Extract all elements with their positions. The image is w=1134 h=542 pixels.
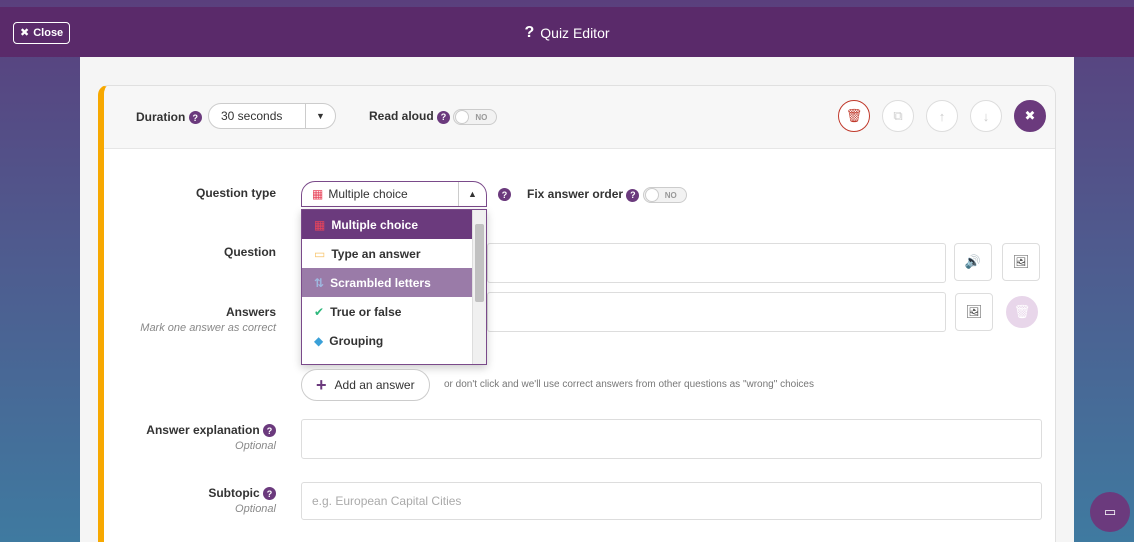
move-down-button[interactable]: ↓ (970, 100, 1002, 132)
subtopic-label: Subtopic ? Optional (208, 486, 276, 516)
add-answer-button[interactable]: + Add an answer (301, 369, 430, 401)
delete-answer-button[interactable]: 🗑 (1006, 296, 1038, 328)
help-icon[interactable]: ? (498, 188, 511, 201)
help-icon[interactable]: ? (188, 111, 202, 125)
keyboard-icon: ▭ (314, 246, 326, 261)
copy-icon: ⧉ (893, 108, 903, 123)
chat-button[interactable]: ▭ (1090, 492, 1130, 532)
explanation-label: Answer explanation ? Optional (146, 423, 276, 453)
speaker-icon: 🔊 (964, 254, 982, 269)
chevron-down-icon: ▼ (305, 104, 335, 128)
explanation-input[interactable] (301, 419, 1042, 459)
question-input[interactable] (487, 243, 946, 283)
scroll-thumb[interactable] (475, 224, 484, 302)
help-icon[interactable]: ? (626, 188, 640, 202)
dropdown-scrollbar[interactable] (472, 210, 486, 364)
answers-label: Answers Mark one answer as correct (140, 305, 276, 334)
duplicate-button[interactable]: ⧉ (882, 100, 914, 132)
audio-button[interactable]: 🔊 (954, 243, 992, 281)
top-bar: ✖ Close ? Quiz Editor (0, 7, 1134, 57)
read-aloud-toggle[interactable]: NO (453, 109, 498, 125)
option-scrambled-letters[interactable]: ⇅ Scrambled letters (302, 268, 474, 297)
scramble-icon: ⇅ (314, 275, 325, 290)
question-type-dropdown: ▦ Multiple choice ▭ Type an answer ⇅ Scr… (301, 209, 487, 365)
option-type-an-answer[interactable]: ▭ Type an answer (302, 239, 474, 268)
fix-order-label: Fix answer order ? NO (527, 187, 687, 203)
subtopic-input[interactable]: e.g. European Capital Cities (301, 482, 1042, 520)
trash-icon: 🗑 (1013, 304, 1031, 319)
page-title: ? Quiz Editor (524, 24, 610, 41)
question-type-select[interactable]: ▦ Multiple choice ▲ (301, 181, 487, 207)
delete-button[interactable]: 🗑 (838, 100, 870, 132)
card-header: Duration ? 30 seconds ▼ Read aloud ? NO … (104, 86, 1055, 149)
arrow-down-icon: ↓ (982, 108, 990, 124)
check-circle-icon: ✔ (314, 304, 325, 319)
arrow-up-icon: ↑ (938, 108, 946, 124)
image-icon: 🖼 (1012, 254, 1030, 269)
option-true-or-false[interactable]: ✔ True or false (302, 297, 474, 326)
add-answer-hint: or don't click and we'll use correct ans… (444, 379, 814, 390)
image-icon: 🖼 (965, 304, 983, 319)
question-type-label: Question type (195, 186, 276, 200)
question-label: Question (223, 245, 276, 259)
read-aloud-label: Read aloud ? NO (369, 109, 498, 125)
help-icon[interactable]: ? (437, 110, 451, 124)
question-mark-icon: ? (524, 24, 535, 41)
chat-icon: ▭ (1103, 504, 1117, 519)
answer-input[interactable] (487, 292, 946, 332)
shapes-icon: ◆ (314, 333, 324, 348)
plus-icon: + (316, 374, 327, 395)
trash-icon: 🗑 (845, 108, 863, 123)
fix-order-toggle[interactable]: NO (642, 187, 687, 203)
grid-icon: ▦ (314, 217, 326, 232)
option-multiple-choice[interactable]: ▦ Multiple choice (302, 210, 474, 239)
help-icon[interactable]: ? (263, 487, 276, 501)
chevron-up-icon: ▲ (458, 182, 486, 206)
duration-label: Duration ? (136, 110, 202, 125)
grid-icon: ▦ (312, 187, 324, 201)
move-up-button[interactable]: ↑ (926, 100, 958, 132)
question-image-button[interactable]: 🖼 (1002, 243, 1040, 281)
answer-image-button[interactable]: 🖼 (955, 293, 993, 331)
close-card-button[interactable]: ✖ (1014, 100, 1046, 132)
close-icon: ✖ (1024, 108, 1036, 123)
option-grouping[interactable]: ◆ Grouping (302, 326, 474, 355)
duration-select[interactable]: 30 seconds ▼ (208, 103, 336, 129)
help-icon[interactable]: ? (263, 424, 276, 438)
